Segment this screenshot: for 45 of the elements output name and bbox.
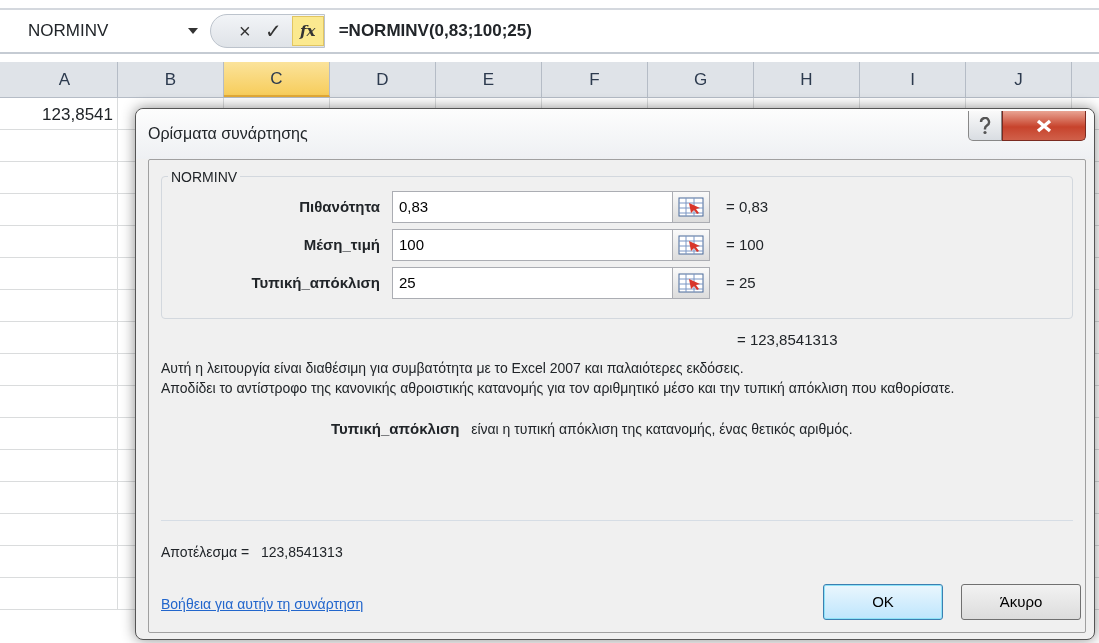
insert-function-button[interactable]: fx	[291, 16, 324, 46]
column-header[interactable]: H	[754, 62, 860, 97]
help-link[interactable]: Βοήθεια για αυτήν τη συνάρτηση	[161, 594, 364, 615]
argument-field[interactable]: 100	[392, 229, 672, 261]
argument-label: Τυπική_απόκλιση	[250, 272, 381, 293]
argument-field[interactable]: 25	[392, 267, 672, 299]
column-header[interactable]: A	[12, 62, 118, 97]
dialog-title: Ορίσματα συνάρτησης	[148, 124, 308, 144]
collapse-dialog-button[interactable]	[672, 229, 710, 261]
name-box[interactable]: NORMINV	[0, 10, 210, 52]
argument-field[interactable]: 0,83	[392, 191, 672, 223]
description-text: Αποδίδει το αντίστροφο της κανονικής αθροιστικής κατανομής για τον αριθμητικό μέσο και την τυπική απόκλιση που καθορίσατε.	[161, 378, 956, 398]
cancel-button[interactable]: Άκυρο	[961, 584, 1081, 620]
column-header[interactable]: C	[224, 62, 330, 97]
argument-label: Μέση_τιμή	[302, 234, 381, 255]
formula-result: = 123,8541313	[736, 330, 839, 350]
argument-help-text: Τυπική_απόκλιση είναι η τυπική απόκλιση της κατανομής, ένας θετικός αριθμός.	[330, 418, 854, 439]
argument-result: = 25	[725, 272, 756, 293]
cancel-button[interactable]: ×	[235, 21, 255, 41]
name-box-value: NORMINV	[28, 20, 109, 43]
collapse-dialog-button[interactable]	[672, 267, 710, 299]
argument-result: = 0,83	[725, 196, 769, 217]
formula-field[interactable]: =NORMINV(0,83;100;25)	[324, 18, 532, 44]
enter-button[interactable]: ✓	[260, 21, 286, 41]
collapse-dialog-icon[interactable]	[678, 235, 704, 255]
help-button[interactable]	[968, 111, 1002, 141]
collapse-dialog-icon[interactable]	[678, 197, 704, 217]
close-button[interactable]	[1002, 111, 1086, 141]
dropdown-caret-icon[interactable]	[188, 28, 198, 34]
column-header[interactable]: F	[542, 62, 648, 97]
column-header[interactable]: D	[330, 62, 436, 97]
result-text: Αποτέλεσμα = 123,8541313	[161, 543, 343, 562]
description-text: Αυτή η λειτουργία είναι διαθέσιμη για συμβατότητα με το Excel 2007 και παλαιότερες εκδόσεις.	[161, 358, 745, 378]
table-cell: 123,8541	[12, 98, 118, 129]
argument-result: = 100	[725, 234, 764, 255]
column-header[interactable]: G	[648, 62, 754, 97]
help-icon[interactable]	[978, 117, 992, 136]
close-icon[interactable]	[1035, 119, 1053, 134]
column-header[interactable]: I	[860, 62, 966, 97]
collapse-dialog-icon[interactable]	[678, 273, 704, 293]
column-header[interactable]: J	[966, 62, 1072, 97]
collapse-dialog-button[interactable]	[672, 191, 710, 223]
ok-button[interactable]: OK	[823, 584, 943, 620]
argument-label: Πιθανότητα	[298, 196, 381, 217]
column-header[interactable]: E	[436, 62, 542, 97]
